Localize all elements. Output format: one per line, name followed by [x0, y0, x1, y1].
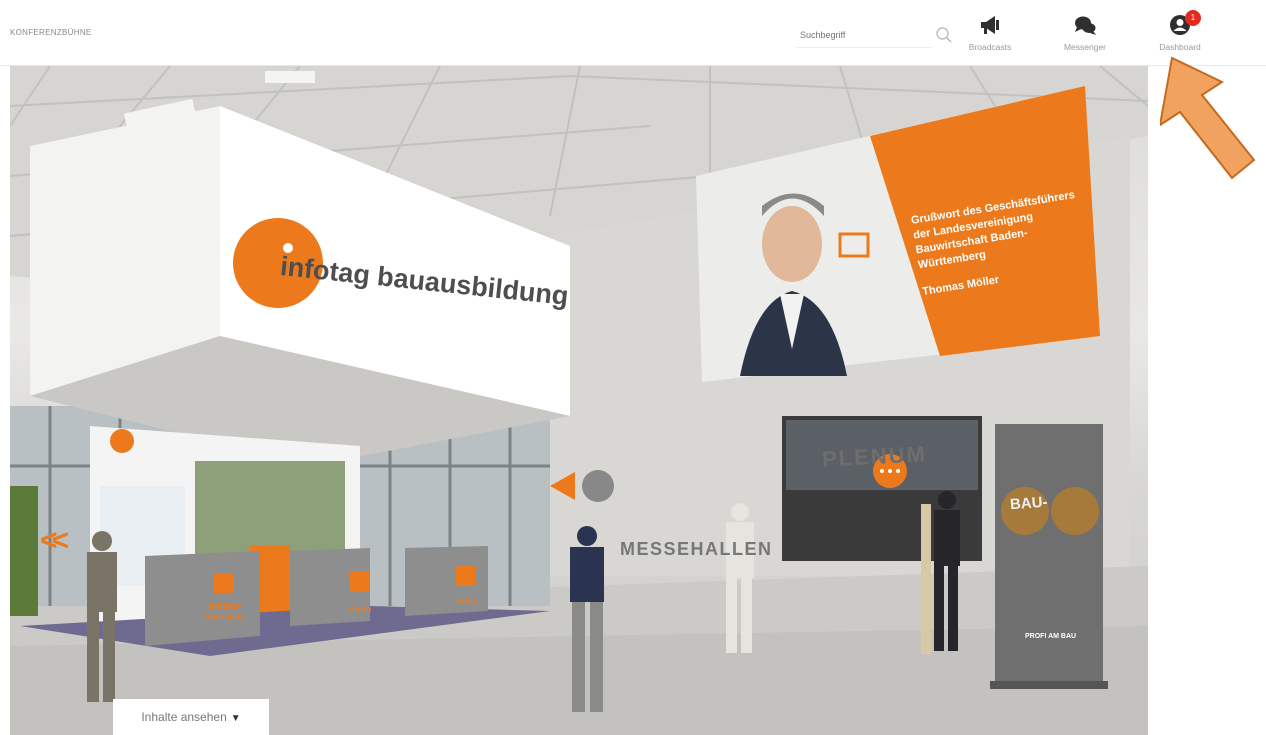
broadcasts-button[interactable]: Broadcasts — [960, 10, 1020, 58]
rollup-banner-claim: PROFI AM BAU — [1025, 633, 1077, 640]
messehallen-link[interactable]: MESSEHALLEN — [620, 539, 773, 560]
chevron-down-icon: ▼ — [230, 713, 241, 724]
search-input[interactable] — [797, 22, 932, 48]
kiosk-overview-icon[interactable] — [213, 573, 233, 593]
rollup-banner-title: BAU- — [1009, 493, 1049, 514]
kiosk-info-icon[interactable] — [456, 566, 476, 586]
notification-badge: 1 — [1185, 10, 1201, 26]
kiosk-info-label[interactable]: Infos — [447, 596, 487, 607]
scene-graphics — [10, 66, 1148, 735]
kiosk-map-label[interactable]: Karte — [340, 604, 380, 615]
show-content-button[interactable]: Inhalte ansehen ▼ — [113, 699, 269, 735]
megaphone-icon — [981, 16, 999, 34]
back-navigation-arrows[interactable]: << — [40, 524, 69, 558]
broadcasts-label: Broadcasts — [968, 42, 1012, 52]
highlight-arrow-icon — [1160, 56, 1256, 180]
app-title: KONFERENZBÜHNE — [10, 28, 92, 37]
virtual-venue-scene: infotag bauausbildung Grußwort des Gesch… — [10, 66, 1148, 735]
kiosk-map-icon[interactable] — [350, 571, 370, 591]
show-content-label: Inhalte ansehen — [141, 710, 227, 724]
search-icon[interactable] — [935, 26, 953, 44]
plenum-sign[interactable]: PLENUM — [821, 441, 927, 472]
top-navigation-bar: KONFERENZBÜHNE Broadcasts Messenger — [0, 0, 1266, 66]
kiosk-overview-label[interactable]: Inhalts-übersicht — [200, 601, 250, 623]
chat-bubbles-icon — [1075, 16, 1096, 35]
messenger-label: Messenger — [1063, 42, 1107, 52]
messenger-button[interactable]: Messenger — [1055, 10, 1115, 58]
search-bar — [797, 22, 957, 48]
